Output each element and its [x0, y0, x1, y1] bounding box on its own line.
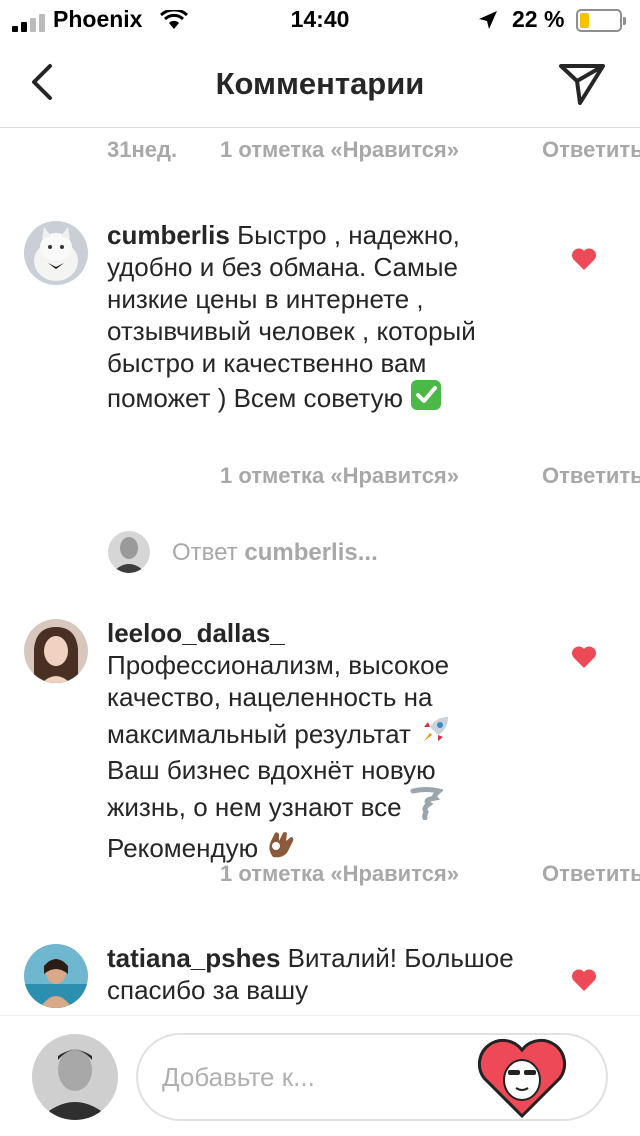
reply-button[interactable]: Ответить: [542, 463, 640, 489]
avatar[interactable]: [24, 619, 88, 683]
comment-time: 31нед.: [107, 137, 178, 162]
avatar[interactable]: [24, 221, 88, 285]
status-bar: Phoenix 14:40 22 %: [0, 0, 640, 40]
reply-username: cumberlis...: [244, 539, 378, 566]
reply-button[interactable]: Ответить: [542, 137, 640, 163]
heart-icon[interactable]: [571, 645, 597, 669]
heart-icon[interactable]: [571, 247, 597, 271]
battery-icon: [576, 9, 626, 32]
nav-header: Комментарии: [0, 40, 640, 128]
comment-meta: 31нед. 1 отметка «Нравится» Ответить: [0, 137, 640, 177]
rocket-emoji-icon: [418, 713, 452, 754]
comment-likes[interactable]: 1 отметка «Нравится»: [220, 861, 459, 887]
reply-label: Ответ: [172, 539, 238, 566]
comment-body: leeloo_dallas_ Профессионализм, высокое …: [107, 617, 527, 868]
comment-input-container[interactable]: [136, 1033, 608, 1121]
comment-username[interactable]: cumberlis: [107, 220, 230, 250]
tornado-emoji-icon: [409, 786, 445, 827]
reply-button[interactable]: Ответить: [542, 861, 640, 887]
comment-meta: 1 отметка «Нравится» Ответить: [0, 463, 640, 503]
page-title: Комментарии: [215, 66, 425, 101]
comment-likes[interactable]: 1 отметка «Нравится»: [220, 137, 459, 163]
comment-body: cumberlis Быстро , надежно, удобно и без…: [107, 219, 527, 418]
comment-line: качество, нацеленность на: [107, 682, 433, 712]
battery-percentage: 22 %: [512, 6, 565, 32]
comment-body: tatiana_pshes Виталий! Большое спасибо з…: [107, 942, 527, 1006]
comment-line: Профессионализм, высокое: [107, 650, 450, 680]
avatar: [108, 531, 150, 573]
heart-icon[interactable]: [571, 968, 597, 992]
comment-line: Ваш бизнес вдохнёт новую: [107, 755, 436, 785]
avatar[interactable]: [24, 944, 88, 1008]
comment-composer: [0, 1015, 640, 1136]
comment-line: жизнь, о нем узнают все: [107, 786, 527, 827]
comment-input[interactable]: [162, 1057, 462, 1097]
check-mark-emoji-icon: [410, 379, 442, 418]
avatar: [32, 1034, 118, 1120]
comment-username[interactable]: tatiana_pshes: [107, 943, 280, 973]
comment-meta: 1 отметка «Нравится» Ответить: [0, 861, 640, 901]
comments-list: 31нед. 1 отметка «Нравится» Ответить cum…: [0, 129, 640, 1015]
comment-line: максимальный результат: [107, 713, 527, 754]
view-replies-link[interactable]: Ответ cumberlis...: [172, 539, 378, 567]
comment-likes[interactable]: 1 отметка «Нравится»: [220, 463, 459, 489]
comment-username[interactable]: leeloo_dallas_: [107, 617, 527, 649]
heart-sticker-icon[interactable]: [476, 1034, 568, 1120]
view-replies-row[interactable]: Ответ cumberlis...: [0, 531, 640, 575]
paper-plane-icon[interactable]: [556, 58, 608, 108]
location-arrow-icon: [479, 11, 497, 29]
